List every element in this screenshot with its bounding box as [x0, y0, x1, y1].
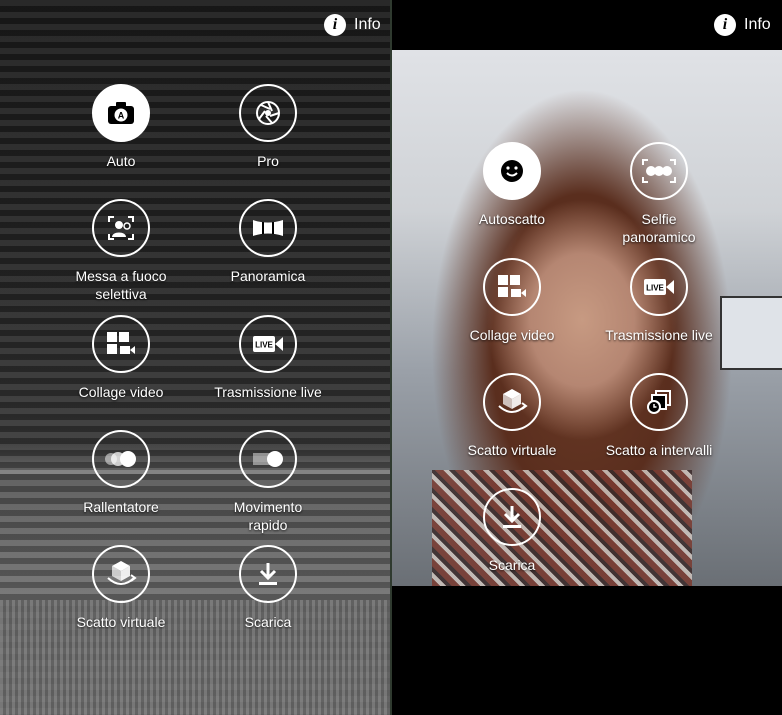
mode-live-broadcast-button[interactable]: LIVE: [239, 315, 297, 373]
mode-label: Scarica: [244, 614, 292, 630]
info-label: Info: [744, 16, 771, 33]
mode-selective-focus-button[interactable]: [92, 199, 150, 257]
info-button[interactable]: i Info: [324, 14, 381, 36]
mode-panorama-button[interactable]: [239, 199, 297, 257]
mode-live-broadcast[interactable]: LIVE Trasmissione live: [188, 315, 348, 401]
mode-wide-selfie-button[interactable]: [630, 142, 688, 200]
mode-panorama[interactable]: Panoramica: [188, 199, 348, 285]
mode-live-broadcast-button[interactable]: LIVE: [630, 258, 688, 316]
front-camera-mode-panel: i Info Autoscatto Selfie panoramico Coll…: [392, 0, 782, 715]
mode-label: Pro: [257, 153, 279, 169]
live-badge: LIVE: [646, 284, 664, 293]
video-collage-icon: [498, 275, 526, 297]
mode-label: Selfie panoramico: [622, 211, 696, 245]
mode-label: Movimento rapido: [233, 499, 303, 533]
selfie-icon: [501, 160, 523, 182]
mode-download-button[interactable]: [239, 545, 297, 603]
mode-label: Collage video: [469, 327, 555, 343]
mode-slow-motion[interactable]: Rallentatore: [41, 430, 201, 516]
mode-wide-selfie[interactable]: Selfie panoramico: [579, 142, 739, 246]
fast-motion-icon: [253, 451, 283, 467]
info-icon: i: [714, 14, 736, 36]
mode-fast-motion[interactable]: Movimento rapido: [188, 430, 348, 534]
mode-fast-motion-button[interactable]: [239, 430, 297, 488]
download-icon: [259, 563, 277, 585]
camera-auto-icon: A: [108, 102, 134, 124]
mode-auto[interactable]: A Auto: [41, 84, 201, 170]
info-button[interactable]: i Info: [714, 14, 771, 36]
mode-live-broadcast[interactable]: LIVE Trasmissione live: [579, 258, 739, 344]
mode-video-collage[interactable]: Collage video: [432, 258, 592, 344]
interval-shot-icon: [647, 390, 671, 414]
mode-auto-button[interactable]: A: [92, 84, 150, 142]
panorama-icon: [253, 220, 283, 236]
camera-mode-screens: i Info A Auto Pro Messa a fuoco selettiv…: [0, 0, 782, 715]
rear-camera-mode-panel: i Info A Auto Pro Messa a fuoco selettiv…: [0, 0, 390, 715]
live-broadcast-icon: LIVE: [253, 336, 283, 352]
mode-selfie-button[interactable]: [483, 142, 541, 200]
mode-virtual-shot-button[interactable]: [483, 373, 541, 431]
mode-label: Trasmissione live: [605, 327, 713, 343]
info-icon: i: [324, 14, 346, 36]
mode-label: Scarica: [488, 557, 536, 573]
mode-label: Messa a fuoco selettiva: [75, 268, 167, 302]
mode-virtual-shot[interactable]: Scatto virtuale: [41, 545, 201, 631]
mode-virtual-shot-button[interactable]: [92, 545, 150, 603]
info-label: Info: [354, 16, 381, 33]
mode-pro[interactable]: Pro: [188, 84, 348, 170]
mode-slow-motion-button[interactable]: [92, 430, 150, 488]
mode-label: Trasmissione live: [214, 384, 322, 400]
video-collage-icon: [107, 332, 135, 354]
auto-badge: A: [118, 111, 125, 121]
mode-label: Scatto virtuale: [467, 442, 557, 458]
mode-interval-shot[interactable]: Scatto a intervalli: [579, 373, 739, 459]
mode-interval-shot-button[interactable]: [630, 373, 688, 431]
live-broadcast-icon: LIVE: [644, 279, 674, 295]
mode-pro-button[interactable]: [239, 84, 297, 142]
download-icon: [503, 506, 521, 528]
mode-download[interactable]: Scarica: [432, 488, 592, 574]
mode-label: Scatto a intervalli: [605, 442, 713, 458]
wide-selfie-icon: [642, 159, 676, 183]
slow-motion-icon: [105, 451, 136, 467]
mode-video-collage[interactable]: Collage video: [41, 315, 201, 401]
virtual-shot-icon: [498, 389, 528, 413]
mode-video-collage-button[interactable]: [483, 258, 541, 316]
selective-focus-icon: [108, 216, 134, 240]
mode-video-collage-button[interactable]: [92, 315, 150, 373]
mode-label: Auto: [106, 153, 136, 169]
mode-label: Rallentatore: [83, 499, 159, 515]
mode-download[interactable]: Scarica: [188, 545, 348, 631]
mode-label: Panoramica: [230, 268, 306, 284]
mode-selective-focus[interactable]: Messa a fuoco selettiva: [41, 199, 201, 303]
mode-label: Autoscatto: [478, 211, 546, 227]
aperture-icon: [256, 101, 280, 125]
mode-selfie[interactable]: Autoscatto: [432, 142, 592, 228]
mode-label: Collage video: [78, 384, 164, 400]
virtual-shot-icon: [107, 561, 137, 585]
mode-virtual-shot[interactable]: Scatto virtuale: [432, 373, 592, 459]
live-badge: LIVE: [255, 341, 273, 350]
mode-label: Scatto virtuale: [76, 614, 166, 630]
mode-download-button[interactable]: [483, 488, 541, 546]
